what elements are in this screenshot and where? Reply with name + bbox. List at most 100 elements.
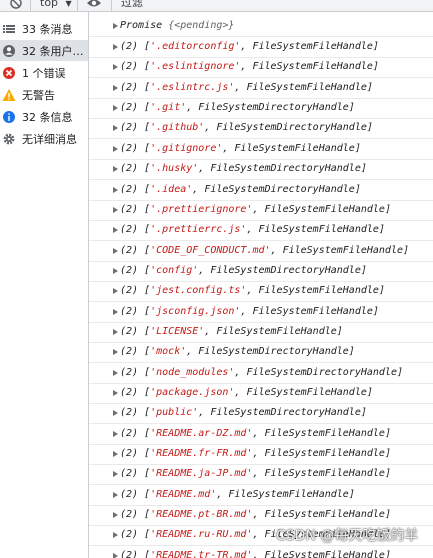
console-entry-row[interactable]: (2) ['.prettierrc.js', FileSystemFileHan… bbox=[89, 220, 433, 242]
console-entry-row[interactable]: (2) ['.eslintrc.js', FileSystemFileHandl… bbox=[89, 78, 433, 99]
expand-arrow-icon[interactable] bbox=[113, 491, 118, 498]
bracket-close: ] bbox=[384, 427, 391, 439]
console-entry-row[interactable]: (2) ['README.ja-JP.md', FileSystemFileHa… bbox=[89, 464, 433, 486]
expand-arrow-icon[interactable] bbox=[113, 267, 118, 274]
entry-separator: , bbox=[240, 305, 253, 317]
expand-arrow-icon[interactable] bbox=[113, 166, 118, 173]
expand-arrow-icon[interactable] bbox=[113, 308, 118, 315]
sidebar-item-verbose[interactable]: 无详细消息 bbox=[0, 128, 88, 149]
entry-name: 'README.ja-JP.md' bbox=[150, 468, 253, 480]
bracket-close: ] bbox=[354, 142, 361, 154]
expand-arrow-icon[interactable] bbox=[113, 125, 118, 132]
console-entry-row[interactable]: (2) ['CODE_OF_CONDUCT.md', FileSystemFil… bbox=[89, 241, 433, 262]
entry-separator: , bbox=[240, 41, 253, 52]
context-selector[interactable]: top ▼ bbox=[40, 0, 72, 10]
expand-arrow-icon[interactable] bbox=[113, 227, 118, 234]
expand-arrow-icon[interactable] bbox=[113, 145, 118, 152]
entry-name: 'public' bbox=[150, 407, 199, 419]
expand-arrow-icon[interactable] bbox=[113, 64, 118, 71]
console-entry-row[interactable]: (2) ['mock', FileSystemDirectoryHandle] bbox=[89, 342, 433, 364]
console-entry-row[interactable]: (2) ['.prettierignore', FileSystemFileHa… bbox=[89, 200, 433, 221]
expand-arrow-icon[interactable] bbox=[113, 390, 118, 396]
entry-count: (2) bbox=[120, 488, 139, 500]
console-entry-row[interactable]: (2) ['.idea', FileSystemDirectoryHandle] bbox=[89, 180, 433, 201]
bracket-close: ] bbox=[372, 305, 379, 317]
entry-type: FileSystemFileHandle bbox=[252, 61, 373, 73]
expand-arrow-icon[interactable] bbox=[113, 288, 118, 295]
sidebar-item-user-messages[interactable]: 32 条用户消… bbox=[0, 40, 88, 61]
bracket-open: [ bbox=[138, 142, 151, 154]
console-entry-row[interactable]: (2) ['LICENSE', FileSystemFileHandle] bbox=[89, 322, 433, 343]
expand-arrow-icon[interactable] bbox=[113, 532, 118, 539]
console-entry-row[interactable]: (2) ['.husky', FileSystemDirectoryHandle… bbox=[89, 159, 433, 181]
clear-console-icon[interactable] bbox=[10, 0, 22, 10]
console-entry-row[interactable]: (2) ['jsconfig.json', FileSystemFileHand… bbox=[89, 302, 433, 323]
entry-type: FileSystemDirectoryHandle bbox=[198, 102, 349, 114]
expand-arrow-icon[interactable] bbox=[113, 430, 118, 437]
sidebar-item-info[interactable]: 32 条信息 bbox=[0, 106, 88, 127]
promise-label: Promise bbox=[120, 20, 163, 31]
expand-arrow-icon[interactable] bbox=[113, 23, 118, 29]
console-entry-row[interactable]: (2) ['public', FileSystemDirectoryHandle… bbox=[89, 403, 433, 425]
entry-name: 'README.ru-RU.md' bbox=[150, 529, 253, 541]
console-entry-row[interactable]: (2) ['.github', FileSystemDirectoryHandl… bbox=[89, 118, 433, 140]
expand-arrow-icon[interactable] bbox=[113, 552, 118, 558]
bracket-close: ] bbox=[378, 224, 385, 236]
expand-arrow-icon[interactable] bbox=[113, 84, 118, 91]
bracket-close: ] bbox=[348, 488, 355, 500]
console-entry-row[interactable]: (2) ['jest.config.ts', FileSystemFileHan… bbox=[89, 281, 433, 303]
expand-arrow-icon[interactable] bbox=[113, 105, 118, 112]
sidebar-item-warnings[interactable]: 无警告 bbox=[0, 84, 88, 105]
entry-count: (2) bbox=[120, 122, 139, 134]
entry-type: FileSystemFileHandle bbox=[264, 427, 385, 439]
console-entry-row[interactable]: (2) ['package.json', FileSystemFileHandl… bbox=[89, 383, 433, 404]
console-entry-row[interactable]: (2) ['.git', FileSystemDirectoryHandle] bbox=[89, 98, 433, 120]
bracket-open: [ bbox=[138, 325, 151, 337]
console-entry-row[interactable]: (2) ['README.md', FileSystemFileHandle] bbox=[89, 485, 433, 506]
console-entry-row[interactable]: (2) ['.editorconfig', FileSystemFileHand… bbox=[89, 37, 433, 58]
bracket-open: [ bbox=[138, 305, 151, 317]
entry-type: FileSystemFileHandle bbox=[252, 305, 373, 317]
expand-arrow-icon[interactable] bbox=[113, 186, 118, 193]
expand-arrow-icon[interactable] bbox=[113, 451, 118, 457]
console-entry-row[interactable]: (2) ['README.tr-TR.md', FileSystemFileHa… bbox=[89, 546, 433, 558]
eye-icon[interactable] bbox=[86, 0, 102, 10]
entry-name: '.prettierignore' bbox=[150, 203, 253, 215]
entry-separator: , bbox=[204, 122, 217, 134]
filter-input[interactable]: 过滤 bbox=[121, 0, 143, 10]
expand-arrow-icon[interactable] bbox=[113, 471, 118, 478]
entry-type: FileSystemDirectoryHandle bbox=[198, 346, 349, 358]
expand-arrow-icon[interactable] bbox=[113, 410, 118, 417]
entry-type: FileSystemFileHandle bbox=[234, 142, 355, 154]
console-entry-row[interactable]: (2) ['README.ar-DZ.md', FileSystemFileHa… bbox=[89, 424, 433, 445]
console-promise-row[interactable]: Promise {<pending>} bbox=[89, 16, 433, 37]
console-entry-row[interactable]: (2) ['.eslintignore', FileSystemFileHand… bbox=[89, 57, 433, 79]
expand-arrow-icon[interactable] bbox=[113, 44, 118, 50]
entry-type: FileSystemFileHandle bbox=[264, 509, 385, 521]
expand-arrow-icon[interactable] bbox=[113, 349, 118, 356]
entry-count: (2) bbox=[120, 224, 139, 236]
console-entry-row[interactable]: (2) ['.gitignore', FileSystemFileHandle] bbox=[89, 139, 433, 160]
entry-count: (2) bbox=[120, 285, 139, 297]
console-entry-row[interactable]: (2) ['README.pt-BR.md', FileSystemFileHa… bbox=[89, 505, 433, 527]
expand-arrow-icon[interactable] bbox=[113, 206, 118, 213]
console-entry-row[interactable]: (2) ['README.fr-FR.md', FileSystemFileHa… bbox=[89, 444, 433, 465]
expand-arrow-icon[interactable] bbox=[113, 328, 118, 335]
entry-name: 'package.json' bbox=[150, 387, 235, 398]
expand-arrow-icon[interactable] bbox=[113, 369, 118, 376]
console-entry-row[interactable]: (2) ['config', FileSystemDirectoryHandle… bbox=[89, 261, 433, 282]
bracket-open: [ bbox=[138, 203, 151, 215]
entry-separator: , bbox=[234, 366, 247, 378]
entry-separator: , bbox=[198, 264, 211, 276]
entry-type: FileSystemDirectoryHandle bbox=[204, 183, 355, 195]
sidebar-item-messages[interactable]: 33 条消息 bbox=[0, 18, 88, 39]
bracket-open: [ bbox=[138, 448, 151, 459]
entry-count: (2) bbox=[120, 183, 139, 195]
entry-name: 'CODE_OF_CONDUCT.md' bbox=[150, 244, 271, 256]
bracket-close: ] bbox=[384, 509, 391, 521]
expand-arrow-icon[interactable] bbox=[113, 512, 118, 519]
expand-arrow-icon[interactable] bbox=[113, 247, 118, 254]
bracket-close: ] bbox=[360, 407, 367, 419]
sidebar-item-errors[interactable]: 1 个错误 bbox=[0, 62, 88, 83]
console-entry-row[interactable]: (2) ['node_modules', FileSystemDirectory… bbox=[89, 363, 433, 384]
